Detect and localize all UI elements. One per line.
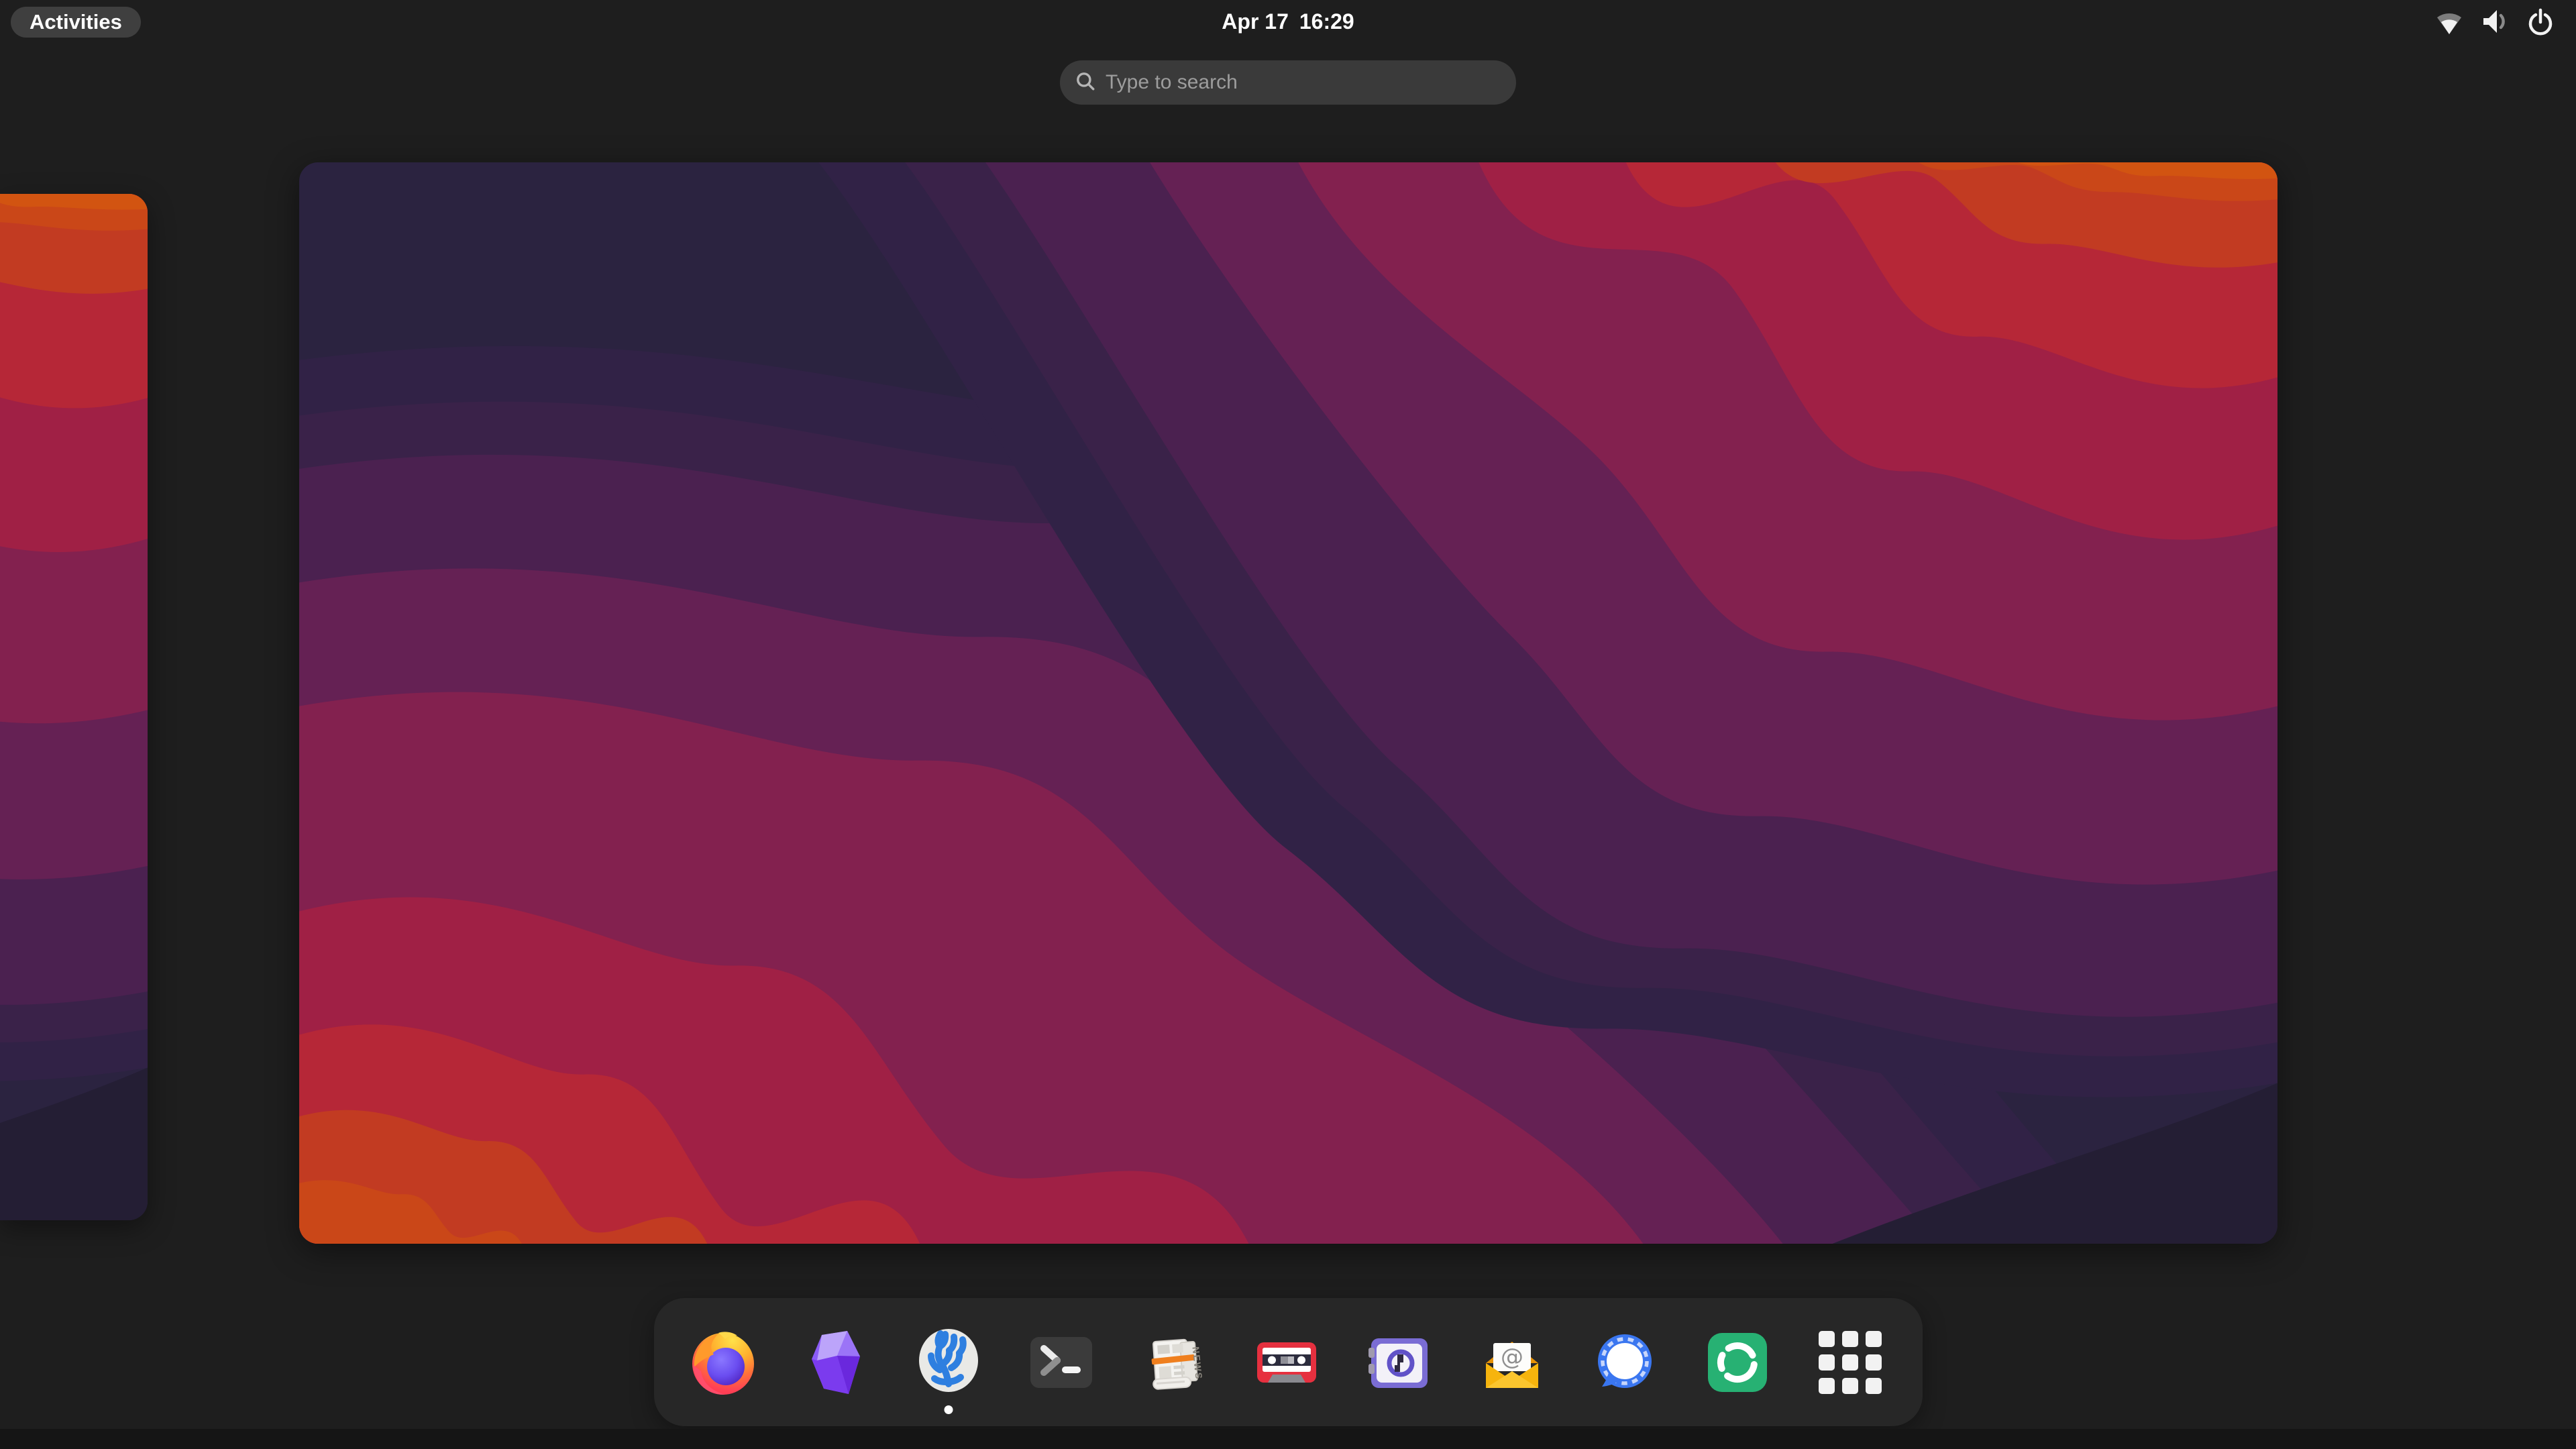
running-indicator [945, 1405, 953, 1414]
top-bar: Activities Apr 17 16:29 [0, 0, 2576, 43]
workspace-preview-left[interactable] [0, 194, 148, 1220]
clock-date: Apr 17 [1222, 9, 1289, 34]
clock-button[interactable]: Apr 17 16:29 [1222, 0, 1354, 43]
screen-bottom-edge [0, 1429, 2576, 1449]
obsidian-icon [796, 1323, 875, 1402]
coral-icon [909, 1323, 988, 1402]
dock-item-password-vault[interactable] [1360, 1323, 1439, 1402]
signal-icon [1585, 1323, 1664, 1402]
dock-item-signal[interactable] [1585, 1323, 1664, 1402]
sync-icon [1698, 1323, 1777, 1402]
volume-icon[interactable] [2479, 6, 2510, 37]
dock-item-obsidian[interactable] [796, 1323, 875, 1402]
wallpaper-left [0, 194, 148, 1220]
vault-icon [1360, 1323, 1439, 1402]
dock-item-coral-notes[interactable] [909, 1323, 988, 1402]
dock-item-sync[interactable] [1698, 1323, 1777, 1402]
clock-time: 16:29 [1299, 9, 1354, 34]
dock-item-newsflash[interactable]: NEWS [1134, 1323, 1214, 1402]
workspace-preview-current[interactable] [299, 162, 2277, 1244]
activities-button[interactable]: Activities [11, 7, 141, 38]
firefox-icon [684, 1323, 763, 1402]
search-bar[interactable] [1060, 60, 1516, 105]
mail-icon: @ [1472, 1323, 1552, 1402]
svg-text:@: @ [1501, 1344, 1523, 1371]
system-status-area[interactable] [2434, 0, 2556, 43]
terminal-icon [1022, 1323, 1101, 1402]
search-input[interactable] [1106, 71, 1501, 94]
app-grid-button[interactable] [1811, 1323, 1890, 1402]
dock-item-firefox[interactable] [684, 1323, 763, 1402]
cassette-icon [1247, 1323, 1326, 1402]
power-icon[interactable] [2525, 6, 2556, 37]
newsflash-icon: NEWS [1134, 1323, 1214, 1402]
wallpaper-current [299, 162, 2277, 1244]
app-grid-icon [1811, 1323, 1890, 1402]
wifi-icon[interactable] [2434, 6, 2465, 37]
dock-item-mail[interactable]: @ [1472, 1323, 1552, 1402]
search-icon [1075, 70, 1096, 95]
dock-item-terminal[interactable] [1022, 1323, 1101, 1402]
dash: NEWS [654, 1298, 1923, 1426]
dock-item-cassette-player[interactable] [1247, 1323, 1326, 1402]
